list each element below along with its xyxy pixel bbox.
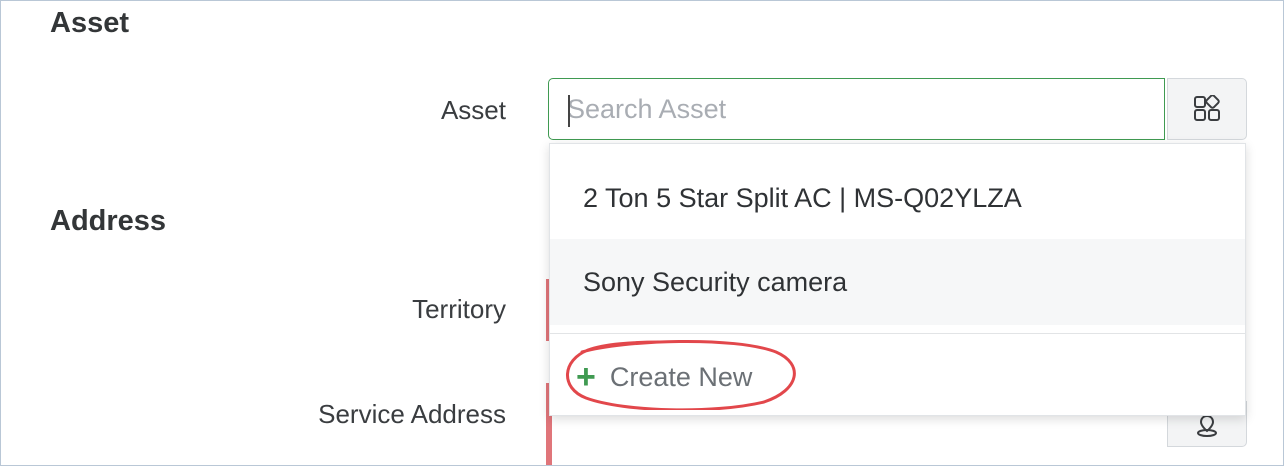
create-new-button[interactable]: + Create New <box>576 352 752 402</box>
asset-search-box[interactable] <box>548 78 1165 140</box>
dropdown-option[interactable]: Sony Security camera <box>550 239 1245 325</box>
form-panel: Asset Asset Address Territory Service Ad… <box>0 0 1284 466</box>
asset-section-heading: Asset <box>50 7 129 39</box>
dropdown-option-label: Sony Security camera <box>583 266 848 297</box>
dropdown-option-label: 2 Ton 5 Star Split AC | MS-Q02YLZA <box>583 182 1022 213</box>
territory-field-label: Territory <box>412 294 506 324</box>
dropdown-option[interactable]: 2 Ton 5 Star Split AC | MS-Q02YLZA <box>550 155 1245 241</box>
plus-icon: + <box>576 358 596 396</box>
asset-search-input[interactable] <box>549 79 1164 139</box>
address-section-heading: Address <box>50 205 167 237</box>
asset-field-label: Asset <box>440 95 506 125</box>
create-new-label: Create New <box>609 361 753 392</box>
asset-dropdown-menu: 2 Ton 5 Star Split AC | MS-Q02YLZA Sony … <box>549 143 1246 416</box>
asset-lookup-button[interactable] <box>1167 78 1247 140</box>
dropdown-divider <box>550 333 1245 334</box>
text-cursor <box>568 95 570 127</box>
service-address-field-label: Service Address <box>318 399 506 429</box>
lookup-grid-icon <box>1194 95 1220 121</box>
